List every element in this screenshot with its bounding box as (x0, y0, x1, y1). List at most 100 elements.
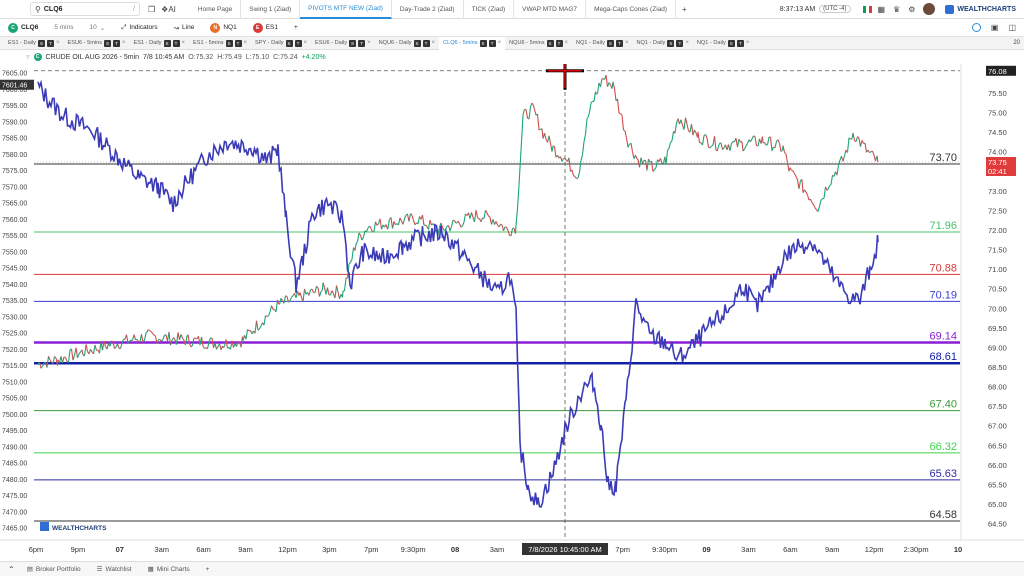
price-line-segment (711, 144, 714, 147)
chart-tab-badge[interactable]: S (163, 39, 171, 47)
close-tab-icon[interactable]: × (685, 40, 689, 46)
chart-tab[interactable]: ESU6 - 5mins S T × (64, 37, 130, 50)
grid-icon[interactable]: ▦ (878, 5, 886, 14)
price-axis-label: 71.50 (988, 246, 1007, 255)
copy-icon[interactable]: ❐ (148, 5, 155, 14)
avatar[interactable] (923, 3, 936, 15)
symbol-selector[interactable]: C CLQ6 (0, 19, 46, 37)
price-line-segment (390, 217, 394, 229)
mini-charts-tab[interactable]: ▦ Mini Charts (140, 565, 198, 574)
chart-tab[interactable]: NQU6 - Daily S T × (375, 37, 439, 50)
chart-tab-badge[interactable]: T (46, 39, 54, 47)
close-tab-icon[interactable]: × (56, 40, 60, 46)
broker-portfolio-tab[interactable]: ▤ Broker Portfolio (19, 565, 89, 574)
chart-tab[interactable]: ES1 - Daily S T × (4, 37, 64, 50)
workspace-tab[interactable]: Day-Trade 2 (Ziad) (392, 0, 464, 19)
workspace-tab[interactable]: VWAP MTD MAG7 (514, 0, 587, 19)
chart-tab[interactable]: ES1 - 5mins S T × (189, 37, 251, 50)
tick-axis-label: 7535.00 (2, 298, 27, 305)
chart-tab-badge[interactable]: S (546, 39, 554, 47)
chart-tab[interactable]: NQ1 - Daily S T × (632, 37, 692, 50)
price-line-segment (40, 365, 43, 369)
chart-tab-badge[interactable]: T (736, 39, 744, 47)
indicators-button[interactable]: ⤢ Indicators (113, 19, 165, 37)
chart-tab-badge[interactable]: T (615, 39, 623, 47)
chart-tab-badge[interactable]: S (104, 39, 112, 47)
chart-tab[interactable]: NQU6 - 5mins S T × (505, 37, 572, 50)
add-panel-button[interactable]: + (198, 566, 218, 573)
chart-tab[interactable]: NQ1 - Daily S T × (572, 37, 632, 50)
close-tab-icon[interactable]: × (244, 40, 248, 46)
watchlist-tab[interactable]: ☰ Watchlist (89, 565, 140, 574)
timezone-badge[interactable]: (UTC -4) (819, 5, 851, 13)
tick-crosshair-label: 7601.46 (2, 83, 27, 90)
price-line-segment (836, 165, 840, 176)
close-tab-icon[interactable]: × (367, 40, 371, 46)
chart-tab[interactable]: ESU6 - Daily S T × (311, 37, 375, 50)
price-line-segment (731, 141, 734, 144)
collapse-icon[interactable]: ▿ (26, 53, 30, 61)
compare-nq1-button[interactable]: N NQ1 (202, 19, 244, 37)
close-tab-icon[interactable]: × (565, 40, 569, 46)
chart-tabs-count[interactable]: 20 (1013, 40, 1020, 46)
add-compare-button[interactable]: + (286, 19, 306, 37)
price-line-segment (314, 286, 318, 293)
chart-tab[interactable]: NQ1 - Daily S T × (693, 37, 753, 50)
chart-tab-badge[interactable]: T (676, 39, 684, 47)
chart-tab[interactable]: ES1 - Daily S T × (130, 37, 190, 50)
chart-tab[interactable]: CLQ6 - 5mins S T × (439, 36, 506, 50)
chart-tab-badge[interactable]: S (727, 39, 735, 47)
price-line-segment (414, 222, 417, 226)
chart-tab-badge[interactable]: T (422, 39, 430, 47)
chart-tab-badge[interactable]: S (225, 39, 233, 47)
workspace-tab[interactable]: TICK (Ziad) (464, 0, 515, 19)
close-tab-icon[interactable]: × (182, 40, 186, 46)
compare-es1-button[interactable]: E ES1 (245, 19, 286, 37)
interval-selector[interactable]: 5 mins (46, 19, 81, 37)
chart-tab-badge[interactable]: S (413, 39, 421, 47)
chart-tab-badge[interactable]: S (37, 39, 45, 47)
close-tab-icon[interactable]: × (746, 40, 750, 46)
settings-icon[interactable]: ⚙ (908, 5, 915, 14)
workspace-tab[interactable]: Home Page (190, 0, 242, 19)
close-tab-icon[interactable]: × (498, 40, 502, 46)
chart-tab-badge[interactable]: T (113, 39, 121, 47)
price-line-segment (684, 117, 688, 125)
price-line-segment (216, 346, 219, 350)
symbol-search[interactable]: ⚲ CLQ6 / (30, 2, 140, 16)
chart-tab-badge[interactable]: T (358, 39, 366, 47)
chart-tab-badge[interactable]: S (285, 39, 293, 47)
add-workspace-button[interactable]: + (682, 5, 687, 14)
target-icon[interactable] (971, 23, 981, 32)
chart-tab-badge[interactable]: T (172, 39, 180, 47)
close-tab-icon[interactable]: × (122, 40, 126, 46)
close-tab-icon[interactable]: × (432, 40, 436, 46)
chart-tab[interactable]: SPY - Daily S T × (251, 37, 311, 50)
sidebar-icon[interactable]: ◫ (1008, 23, 1016, 32)
chart-tab-badge[interactable]: T (294, 39, 302, 47)
trophy-icon[interactable]: ♛ (893, 5, 900, 14)
chart-tab-badge[interactable]: S (349, 39, 357, 47)
close-tab-icon[interactable]: × (304, 40, 308, 46)
workspace-tab[interactable]: Swing 1 (Ziad) (241, 0, 301, 19)
price-line-segment (510, 228, 514, 236)
chart-tab-badge[interactable]: S (667, 39, 675, 47)
price-line-segment (289, 297, 293, 301)
layout-icon[interactable]: ▣ (991, 23, 999, 32)
chevron-up-icon[interactable]: ⌃ (8, 565, 15, 574)
italy-flag-icon[interactable] (862, 5, 872, 13)
chart-tab-badge[interactable]: T (555, 39, 563, 47)
price-line-segment (263, 315, 267, 326)
price-chart[interactable]: 7605.007600.007595.007590.007585.007580.… (0, 64, 1024, 561)
chart-tab-badge[interactable]: S (479, 39, 487, 47)
bars-selector[interactable]: 10 ⌄ (82, 19, 114, 37)
price-line-segment (751, 135, 754, 140)
chart-tab-badge[interactable]: T (234, 39, 242, 47)
workspace-tab[interactable]: Mega-Caps Cones (Ziad) (586, 0, 677, 19)
chart-tab-badge[interactable]: S (606, 39, 614, 47)
workspace-tab[interactable]: PIVOTS MTF NEW (Ziad) (300, 0, 392, 19)
chart-tab-badge[interactable]: T (488, 39, 496, 47)
ai-icon[interactable]: ❖AI (161, 5, 176, 14)
chart-type-button[interactable]: ↝ Line (166, 19, 203, 37)
close-tab-icon[interactable]: × (625, 40, 629, 46)
